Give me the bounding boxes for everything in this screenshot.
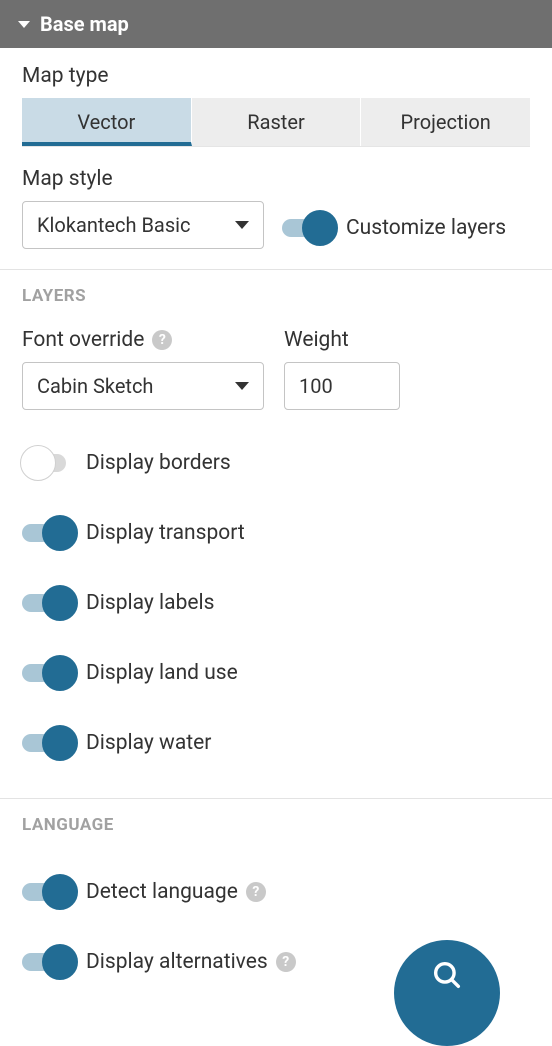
display-water-toggle[interactable] [22,731,74,755]
chevron-down-icon [235,221,249,229]
font-override-label-text: Font override [22,328,144,352]
display-alternatives-toggle[interactable] [22,950,74,974]
language-heading: Language [22,815,530,835]
customize-layers-toggle[interactable] [282,216,334,240]
layers-heading: Layers [22,286,530,306]
display-land-use-label: Display land use [86,661,238,685]
search-icon [430,958,464,992]
list-item: Display labels [22,568,530,638]
panel-title: Base map [40,12,129,36]
font-override-label: Font override ? [22,328,264,352]
customize-layers-label: Customize layers [346,216,506,240]
display-water-label: Display water [86,731,211,755]
display-borders-label: Display borders [86,451,231,475]
list-item: Display transport [22,498,530,568]
panel-header[interactable]: Base map [0,0,552,48]
tab-raster[interactable]: Raster [192,98,362,146]
display-land-use-toggle[interactable] [22,661,74,685]
map-style-value: Klokantech Basic [37,213,190,237]
map-type-section: Map type Vector Raster Projection [0,48,552,167]
display-alternatives-label: Display alternatives ? [86,950,296,974]
display-borders-toggle[interactable] [22,451,74,475]
map-style-section: Map style Klokantech Basic Customize lay… [0,167,552,269]
list-item: Display land use [22,638,530,708]
list-item: Display water [22,708,530,778]
layer-toggle-list: Display borders Display transport Displa… [22,428,530,778]
help-icon[interactable]: ? [246,882,266,902]
display-labels-label: Display labels [86,591,214,615]
layers-section: Layers Font override ? Cabin Sketch Weig… [0,270,552,798]
tab-vector[interactable]: Vector [22,98,192,146]
weight-label: Weight [284,328,400,352]
font-override-value: Cabin Sketch [37,374,153,398]
chevron-down-icon [235,382,249,390]
map-type-tabs: Vector Raster Projection [22,98,530,147]
display-labels-toggle[interactable] [22,591,74,615]
display-transport-label: Display transport [86,521,245,545]
list-item: Detect language ? [22,857,530,927]
detect-language-label-text: Detect language [86,880,238,904]
fab-button[interactable] [394,940,500,1046]
detect-language-label: Detect language ? [86,880,266,904]
weight-value: 100 [299,374,333,398]
list-item: Display borders [22,428,530,498]
map-type-label: Map type [22,64,530,88]
weight-input[interactable]: 100 [284,362,400,410]
display-alternatives-label-text: Display alternatives [86,950,268,974]
detect-language-toggle[interactable] [22,880,74,904]
map-style-select[interactable]: Klokantech Basic [22,201,264,249]
font-override-select[interactable]: Cabin Sketch [22,362,264,410]
tab-projection[interactable]: Projection [361,98,530,146]
map-style-label: Map style [22,167,530,191]
chevron-down-icon [18,21,30,28]
help-icon[interactable]: ? [152,330,172,350]
display-transport-toggle[interactable] [22,521,74,545]
help-icon[interactable]: ? [276,952,296,972]
